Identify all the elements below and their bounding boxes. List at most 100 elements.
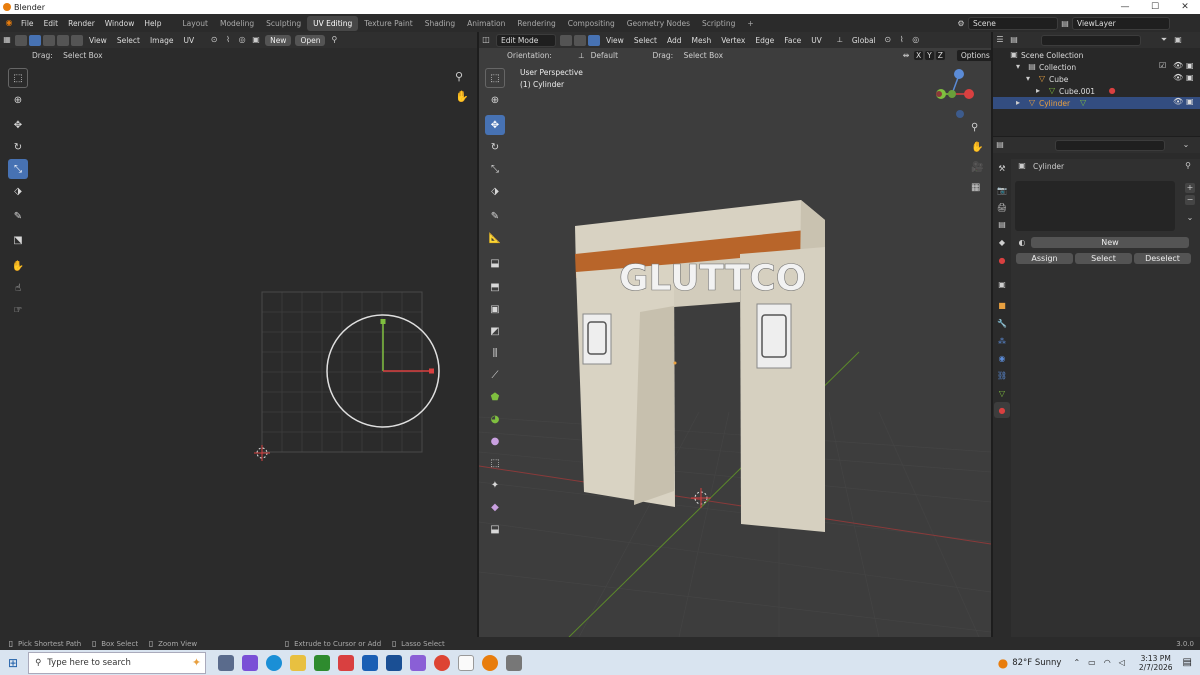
material-tab-icon[interactable]: ● bbox=[994, 402, 1010, 418]
particles-tab-icon[interactable]: ⁂ bbox=[994, 333, 1010, 349]
move-tool[interactable]: ✥ bbox=[8, 115, 28, 135]
world-tab-icon[interactable]: ● bbox=[994, 252, 1010, 268]
select-button[interactable]: Select bbox=[1075, 253, 1132, 264]
snap-icon[interactable]: ⌇ bbox=[223, 35, 233, 45]
deselect-button[interactable]: Deselect bbox=[1134, 253, 1191, 264]
game-app-icon[interactable] bbox=[338, 654, 355, 671]
blender-taskbar-icon[interactable] bbox=[482, 654, 499, 671]
outliner-row-scene-collection[interactable]: ▣ Scene Collection bbox=[993, 49, 1200, 61]
inset-tool[interactable]: ▣ bbox=[485, 299, 505, 319]
uv-menu-select[interactable]: Select bbox=[112, 36, 145, 45]
add-cube-tool[interactable]: ⬓ bbox=[485, 253, 505, 273]
minimize-button[interactable]: — bbox=[1110, 0, 1140, 14]
weather-text[interactable]: 82°F Sunny bbox=[1012, 658, 1061, 668]
chrome-icon[interactable] bbox=[434, 654, 451, 671]
tab-layout[interactable]: Layout bbox=[176, 16, 214, 31]
camera-icon[interactable]: 🎥 bbox=[971, 162, 983, 173]
menu-render[interactable]: Render bbox=[63, 19, 100, 28]
modifier-tab-icon[interactable]: 🔧 bbox=[994, 315, 1010, 331]
image-browse-icon[interactable]: ▣ bbox=[251, 35, 261, 45]
transform-tool[interactable]: ⬗ bbox=[485, 181, 505, 201]
bevel-tool[interactable]: ◩ bbox=[485, 321, 505, 341]
rip-region-tool[interactable]: ⬓ bbox=[485, 519, 505, 539]
select-box-tool[interactable]: ⬚ bbox=[485, 68, 505, 88]
outliner-row-cylinder[interactable]: ▸ ▽ Cylinder ▽ bbox=[993, 97, 1200, 109]
teams-icon[interactable] bbox=[410, 654, 427, 671]
pinch-tool[interactable]: ☞ bbox=[8, 300, 28, 320]
rotate-tool[interactable]: ↻ bbox=[485, 137, 505, 157]
proportional-icon[interactable]: ◎ bbox=[237, 35, 247, 45]
pin-icon[interactable]: ⚲ bbox=[329, 35, 339, 45]
pan-hand-icon[interactable]: ✋ bbox=[971, 142, 983, 153]
tab-shading[interactable]: Shading bbox=[419, 16, 461, 31]
blender-menu-icon[interactable]: ◉ bbox=[4, 18, 14, 28]
render-camera-icon[interactable]: ▣ bbox=[1186, 97, 1194, 106]
filter-icon[interactable]: ⏷ bbox=[1159, 35, 1169, 45]
extrude-tool[interactable]: ⬒ bbox=[485, 277, 505, 297]
move-tool[interactable]: ✥ bbox=[485, 115, 505, 135]
chevron-down-icon[interactable]: ⌄ bbox=[1185, 213, 1195, 223]
material-slot-list[interactable] bbox=[1015, 181, 1175, 231]
open-image-button[interactable]: Open bbox=[295, 34, 326, 46]
tab-compositing[interactable]: Compositing bbox=[562, 16, 621, 31]
copilot-icon[interactable] bbox=[242, 654, 259, 671]
close-button[interactable]: ✕ bbox=[1170, 0, 1200, 14]
measure-tool[interactable]: 📐 bbox=[485, 228, 505, 248]
output-tab-icon[interactable]: 🖨 bbox=[994, 199, 1010, 215]
menu-file[interactable]: File bbox=[16, 19, 39, 28]
remove-slot-button[interactable]: − bbox=[1185, 195, 1195, 205]
outliner-row-collection[interactable]: ▾ ▤ Collection bbox=[993, 61, 1200, 73]
new-collection-icon[interactable]: ▣ bbox=[1173, 35, 1183, 45]
tab-texture-paint[interactable]: Texture Paint bbox=[358, 16, 418, 31]
sync-selection-icon[interactable] bbox=[15, 34, 27, 46]
tab-uv-editing[interactable]: UV Editing bbox=[307, 15, 359, 31]
notepad-icon[interactable] bbox=[458, 654, 475, 671]
maximize-button[interactable]: ☐ bbox=[1140, 0, 1170, 14]
wifi-icon[interactable]: ◠ bbox=[1104, 658, 1111, 667]
expand-arrow-icon[interactable]: ▸ bbox=[1033, 86, 1043, 96]
render-camera-icon[interactable]: ▣ bbox=[1186, 73, 1194, 82]
editor-type-icon[interactable]: ▦ bbox=[2, 35, 12, 45]
expand-arrow-icon[interactable]: ▸ bbox=[1013, 98, 1023, 108]
file-explorer-icon[interactable] bbox=[290, 654, 307, 671]
visibility-eye-icon[interactable]: 👁 bbox=[1173, 97, 1183, 106]
zoom-icon[interactable]: ⚲ bbox=[455, 70, 463, 83]
store-icon[interactable] bbox=[386, 654, 403, 671]
edge-slide-tool[interactable]: ⬚ bbox=[485, 453, 505, 473]
pin-icon[interactable]: ⚲ bbox=[1183, 161, 1193, 171]
cursor-tool[interactable]: ⊕ bbox=[485, 90, 505, 110]
tray-chevron-icon[interactable]: ⌃ bbox=[1073, 658, 1080, 667]
new-material-button[interactable]: New bbox=[1031, 237, 1189, 248]
outliner-row-cube-001[interactable]: ▸ ▽ Cube.001 ● bbox=[993, 85, 1200, 97]
properties-search-input[interactable] bbox=[1055, 139, 1165, 151]
add-workspace-button[interactable]: + bbox=[741, 16, 759, 31]
pivot-icon[interactable]: ⊙ bbox=[209, 35, 219, 45]
tab-animation[interactable]: Animation bbox=[461, 16, 511, 31]
assign-button[interactable]: Assign bbox=[1016, 253, 1073, 264]
tab-scripting[interactable]: Scripting bbox=[696, 16, 741, 31]
tab-geometry-nodes[interactable]: Geometry Nodes bbox=[621, 16, 696, 31]
tool-tab-icon[interactable]: ⚒ bbox=[994, 160, 1010, 176]
notification-icon[interactable]: ▤ bbox=[1183, 657, 1192, 668]
annotate-tool[interactable]: ✎ bbox=[485, 206, 505, 226]
rip-tool[interactable]: ⬔ bbox=[8, 230, 28, 250]
material-browse-icon[interactable]: ◐ bbox=[1017, 238, 1027, 248]
render-tab-icon[interactable]: 📷 bbox=[994, 182, 1010, 198]
menu-edit[interactable]: Edit bbox=[39, 19, 64, 28]
visibility-eye-icon[interactable]: 👁 bbox=[1173, 73, 1183, 82]
new-image-button[interactable]: New bbox=[265, 34, 292, 46]
uv-menu-view[interactable]: View bbox=[84, 36, 112, 45]
uv-menu-uv[interactable]: UV bbox=[178, 36, 199, 45]
rotate-tool[interactable]: ↻ bbox=[8, 137, 28, 157]
render-camera-icon[interactable]: ▣ bbox=[1186, 61, 1194, 70]
transform-tool[interactable]: ⬗ bbox=[8, 181, 28, 201]
view-layer-tab-icon[interactable]: ▤ bbox=[994, 216, 1010, 232]
windows-start-icon[interactable]: ⊞ bbox=[8, 656, 18, 670]
island-select-icon[interactable] bbox=[71, 34, 83, 46]
ortho-grid-icon[interactable]: ▦ bbox=[971, 182, 980, 193]
shear-tool[interactable]: ◆ bbox=[485, 497, 505, 517]
taskbar-clock[interactable]: 3:13 PM 2/7/2026 bbox=[1139, 654, 1173, 672]
collection-tab-icon[interactable]: ▣ bbox=[994, 276, 1010, 292]
pan-hand-icon[interactable]: ✋ bbox=[455, 90, 469, 103]
scene-tab-icon[interactable]: ◆ bbox=[994, 234, 1010, 250]
